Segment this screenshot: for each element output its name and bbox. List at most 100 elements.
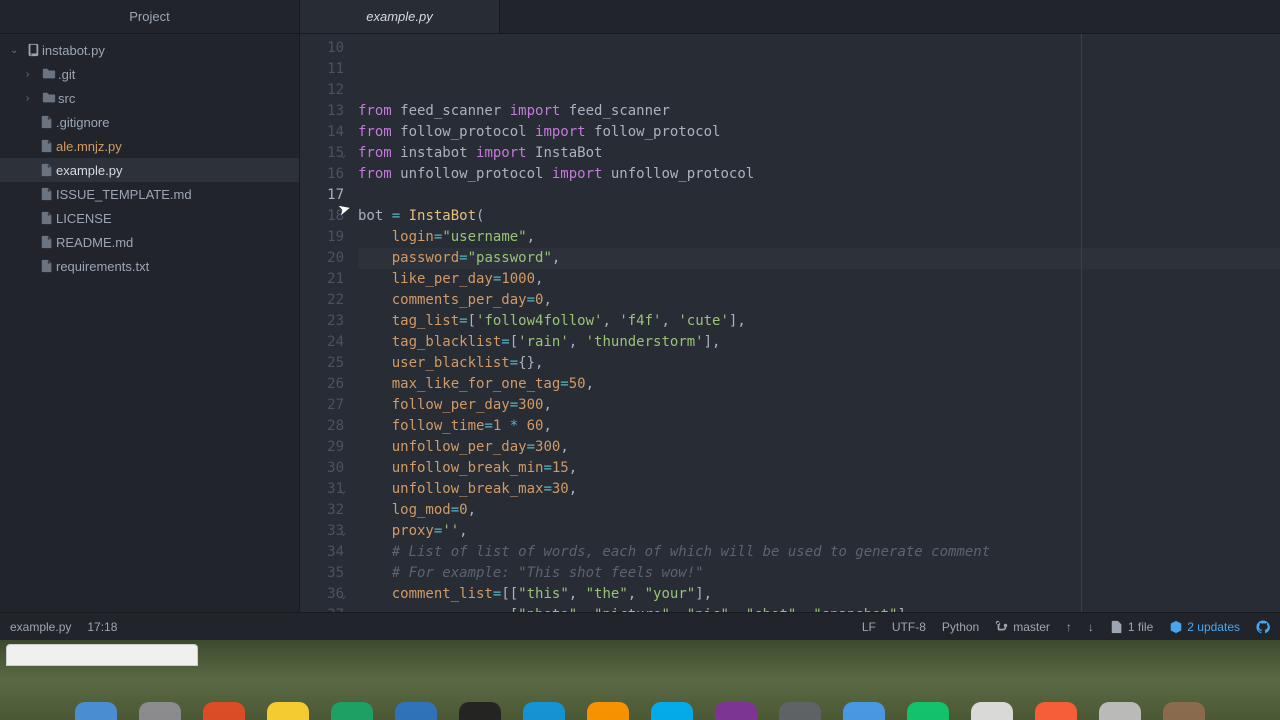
line-number[interactable]: 21: [300, 269, 344, 290]
line-number[interactable]: 11: [300, 59, 344, 80]
tree-item-label: README.md: [56, 235, 133, 250]
dock-app[interactable]: [1035, 702, 1077, 720]
code-line[interactable]: password="password",: [358, 248, 1280, 269]
line-number[interactable]: 32: [300, 500, 344, 521]
line-number[interactable]: 28: [300, 416, 344, 437]
code-area[interactable]: 1011121314151617181920212223242526272829…: [300, 34, 1280, 612]
code-line[interactable]: unfollow_per_day=300,: [358, 437, 1280, 458]
line-number[interactable]: 34: [300, 542, 344, 563]
code-line[interactable]: max_like_for_one_tag=50,: [358, 374, 1280, 395]
repo-icon: [24, 43, 42, 57]
dock-app[interactable]: [843, 702, 885, 720]
dock-app[interactable]: [139, 702, 181, 720]
line-number[interactable]: 30: [300, 458, 344, 479]
status-encoding[interactable]: UTF-8: [892, 620, 926, 634]
dock-app[interactable]: [395, 702, 437, 720]
code-line[interactable]: tag_blacklist=['rain', 'thunderstorm'],: [358, 332, 1280, 353]
dock-app[interactable]: [523, 702, 565, 720]
code-line[interactable]: comments_per_day=0,: [358, 290, 1280, 311]
line-number[interactable]: 23: [300, 311, 344, 332]
chevron-right-icon: ›: [26, 93, 40, 104]
status-files[interactable]: 1 file: [1110, 620, 1153, 634]
status-language[interactable]: Python: [942, 620, 979, 634]
code-line[interactable]: follow_per_day=300,: [358, 395, 1280, 416]
line-number[interactable]: 35: [300, 563, 344, 584]
line-number[interactable]: 22: [300, 290, 344, 311]
line-number[interactable]: 26: [300, 374, 344, 395]
code-line[interactable]: ["photo", "picture", "pic", "shot", "sna…: [358, 605, 1280, 612]
code-line[interactable]: from instabot import InstaBot: [358, 143, 1280, 164]
tree-item--git[interactable]: ›.git: [0, 62, 299, 86]
dock-app[interactable]: [331, 702, 373, 720]
dock-app[interactable]: [651, 702, 693, 720]
dock-app[interactable]: [75, 702, 117, 720]
line-number[interactable]: 18: [300, 206, 344, 227]
line-number[interactable]: 17: [300, 185, 344, 206]
tree-item-example-py[interactable]: example.py: [0, 158, 299, 182]
line-number[interactable]: 12: [300, 80, 344, 101]
git-pull-icon[interactable]: ↓: [1088, 620, 1094, 634]
code-line[interactable]: like_per_day=1000,: [358, 269, 1280, 290]
code-line[interactable]: # List of list of words, each of which w…: [358, 542, 1280, 563]
tab-example-py[interactable]: example.py: [300, 0, 500, 33]
tree-root[interactable]: ⌄ instabot.py: [0, 38, 299, 62]
line-number[interactable]: 29: [300, 437, 344, 458]
dock-app[interactable]: [587, 702, 629, 720]
tree-item-issue-template-md[interactable]: ISSUE_TEMPLATE.md: [0, 182, 299, 206]
line-number[interactable]: 14: [300, 122, 344, 143]
code-content[interactable]: from feed_scanner import feed_scannerfro…: [352, 34, 1280, 612]
line-number[interactable]: 15: [300, 143, 344, 164]
tree-item-readme-md[interactable]: README.md: [0, 230, 299, 254]
line-number[interactable]: 37: [300, 605, 344, 612]
dock-app[interactable]: [907, 702, 949, 720]
code-line[interactable]: from feed_scanner import feed_scanner: [358, 101, 1280, 122]
status-file[interactable]: example.py: [10, 620, 71, 634]
git-push-icon[interactable]: ↑: [1066, 620, 1072, 634]
status-updates[interactable]: 2 updates: [1169, 620, 1240, 634]
status-cursor[interactable]: 17:18: [87, 620, 117, 634]
code-line[interactable]: follow_time=1 * 60,: [358, 416, 1280, 437]
dock-app[interactable]: [203, 702, 245, 720]
code-line[interactable]: bot = InstaBot(: [358, 206, 1280, 227]
line-number[interactable]: 19: [300, 227, 344, 248]
tree-item-src[interactable]: ›src: [0, 86, 299, 110]
dock-app[interactable]: [971, 702, 1013, 720]
dock-app[interactable]: [715, 702, 757, 720]
code-line[interactable]: login="username",: [358, 227, 1280, 248]
wrap-guide: [1081, 34, 1082, 612]
line-number[interactable]: 31: [300, 479, 344, 500]
code-line[interactable]: from follow_protocol import follow_proto…: [358, 122, 1280, 143]
dock-app[interactable]: [1163, 702, 1205, 720]
dock-app[interactable]: [1099, 702, 1141, 720]
code-line[interactable]: [358, 185, 1280, 206]
code-line[interactable]: unfollow_break_max=30,: [358, 479, 1280, 500]
code-line[interactable]: user_blacklist={},: [358, 353, 1280, 374]
dock-app[interactable]: [267, 702, 309, 720]
tree-item-ale-mnjz-py[interactable]: ale.mnjz.py: [0, 134, 299, 158]
line-number[interactable]: 24: [300, 332, 344, 353]
git-branch-icon: [995, 620, 1009, 634]
line-number[interactable]: 27: [300, 395, 344, 416]
code-line[interactable]: from unfollow_protocol import unfollow_p…: [358, 164, 1280, 185]
octocat-icon[interactable]: [1256, 620, 1270, 634]
code-line[interactable]: # For example: "This shot feels wow!": [358, 563, 1280, 584]
line-number[interactable]: 10: [300, 38, 344, 59]
code-line[interactable]: log_mod=0,: [358, 500, 1280, 521]
code-line[interactable]: comment_list=[["this", "the", "your"],: [358, 584, 1280, 605]
code-line[interactable]: proxy='',: [358, 521, 1280, 542]
dock-app[interactable]: [779, 702, 821, 720]
line-number[interactable]: 36: [300, 584, 344, 605]
line-number[interactable]: 33: [300, 521, 344, 542]
tree-item-requirements-txt[interactable]: requirements.txt: [0, 254, 299, 278]
line-number[interactable]: 25: [300, 353, 344, 374]
line-number[interactable]: 20: [300, 248, 344, 269]
line-number[interactable]: 13: [300, 101, 344, 122]
line-number[interactable]: 16: [300, 164, 344, 185]
status-line-ending[interactable]: LF: [862, 620, 876, 634]
code-line[interactable]: unfollow_break_min=15,: [358, 458, 1280, 479]
dock-app[interactable]: [459, 702, 501, 720]
status-branch[interactable]: master: [995, 620, 1050, 634]
code-line[interactable]: tag_list=['follow4follow', 'f4f', 'cute'…: [358, 311, 1280, 332]
tree-item--gitignore[interactable]: .gitignore: [0, 110, 299, 134]
tree-item-license[interactable]: LICENSE: [0, 206, 299, 230]
